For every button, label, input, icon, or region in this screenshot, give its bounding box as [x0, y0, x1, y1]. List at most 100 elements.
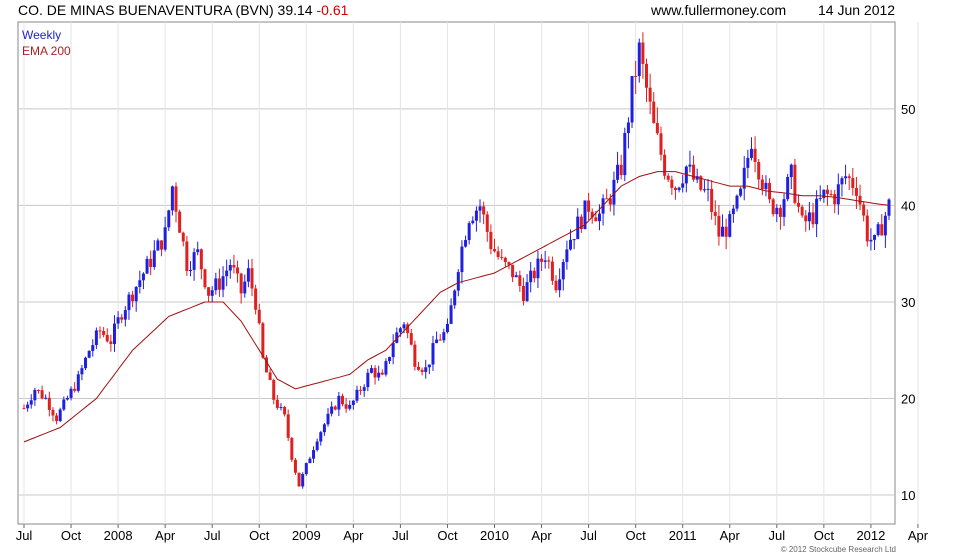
candle-body [409, 333, 413, 345]
candle-body [149, 258, 153, 268]
candle-body [217, 278, 221, 290]
x-tick-label: Apr [720, 528, 741, 543]
candle-body [152, 250, 156, 268]
candle-body [782, 199, 786, 217]
candle-body [786, 177, 790, 200]
x-tick-label: 2012 [856, 528, 885, 543]
candle-body [351, 400, 355, 405]
candle-body [340, 395, 344, 405]
candle-body [283, 406, 287, 415]
candle-body [496, 251, 500, 257]
candle-body [815, 198, 819, 225]
candle-body [536, 258, 540, 279]
candle-body [91, 345, 95, 351]
candle-body [388, 357, 392, 362]
candle-body [797, 202, 801, 207]
candle-body [290, 437, 294, 460]
x-tick-label: Jul [580, 528, 597, 543]
candle-body [293, 459, 297, 473]
candle-body [464, 240, 468, 247]
candle-body [474, 210, 478, 221]
candle-body [420, 369, 424, 372]
y-tick-label: 50 [901, 102, 915, 117]
candle-body [710, 188, 714, 212]
candle-body [623, 133, 627, 176]
candle-body [746, 157, 750, 168]
x-tick-label: Oct [814, 528, 835, 543]
candle-body [659, 133, 663, 155]
candle-body [391, 342, 395, 358]
candle-body [869, 239, 873, 242]
candle-body [873, 235, 877, 240]
candle-body [547, 260, 551, 262]
candle-body [673, 187, 677, 191]
candle-body [764, 182, 768, 190]
candle-body [800, 206, 804, 216]
x-tick-label: 2010 [480, 528, 509, 543]
candle-body [402, 324, 406, 329]
candle-body [380, 372, 384, 375]
candle-body [232, 265, 236, 268]
candle-body [456, 272, 460, 291]
candle-body [630, 76, 634, 123]
x-tick-label: Apr [908, 528, 929, 543]
candle-body [724, 226, 728, 237]
candle-body [62, 399, 66, 410]
candle-body [493, 249, 497, 252]
x-tick-label: 2011 [669, 528, 697, 543]
candle-body [677, 187, 681, 191]
candle-body [521, 285, 525, 301]
candle-body [605, 198, 609, 200]
candle-body [637, 42, 641, 77]
candle-body [460, 246, 464, 273]
candle-body [192, 252, 196, 270]
candle-body [561, 261, 565, 280]
candle-body [377, 372, 381, 378]
candle-body [272, 379, 276, 400]
candle-body [760, 179, 764, 190]
candle-body [445, 323, 449, 333]
candle-body [525, 282, 529, 301]
candle-body [789, 164, 793, 178]
candle-body [778, 207, 782, 217]
candle-body [333, 406, 337, 410]
candle-body [185, 241, 189, 272]
candle-body [862, 204, 866, 216]
candle-body [384, 361, 388, 375]
candle-body [587, 200, 591, 212]
candle-body [87, 350, 91, 358]
candle-body [127, 294, 131, 311]
candle-body [236, 267, 240, 274]
candle-body [214, 278, 218, 291]
candle-body [478, 206, 482, 211]
candle-body [26, 404, 30, 409]
candle-body [36, 389, 40, 391]
candle-body [449, 305, 453, 324]
candle-body [844, 176, 848, 179]
candle-body [373, 368, 377, 378]
candle-body [51, 409, 55, 416]
candle-body [22, 408, 26, 410]
candle-body [337, 395, 341, 410]
y-tick-label: 30 [901, 295, 915, 310]
candle-body [123, 310, 127, 320]
candle-body [431, 343, 435, 365]
candle-body [109, 341, 113, 345]
x-tick-label: Apr [531, 528, 552, 543]
candle-body [825, 189, 829, 194]
candle-body [558, 279, 562, 291]
x-tick-label: Jul [204, 528, 221, 543]
candle-body [163, 227, 167, 250]
candle-body [312, 450, 316, 459]
candle-body [257, 309, 261, 324]
candle-body [174, 186, 178, 212]
candle-body [663, 154, 667, 176]
candle-body [308, 458, 312, 464]
candle-body [467, 223, 471, 241]
candle-body [297, 472, 301, 487]
candle-body [471, 220, 475, 224]
candle-body [652, 101, 656, 124]
candle-body [326, 413, 330, 425]
candle-body [138, 280, 142, 287]
candle-body [706, 188, 710, 190]
